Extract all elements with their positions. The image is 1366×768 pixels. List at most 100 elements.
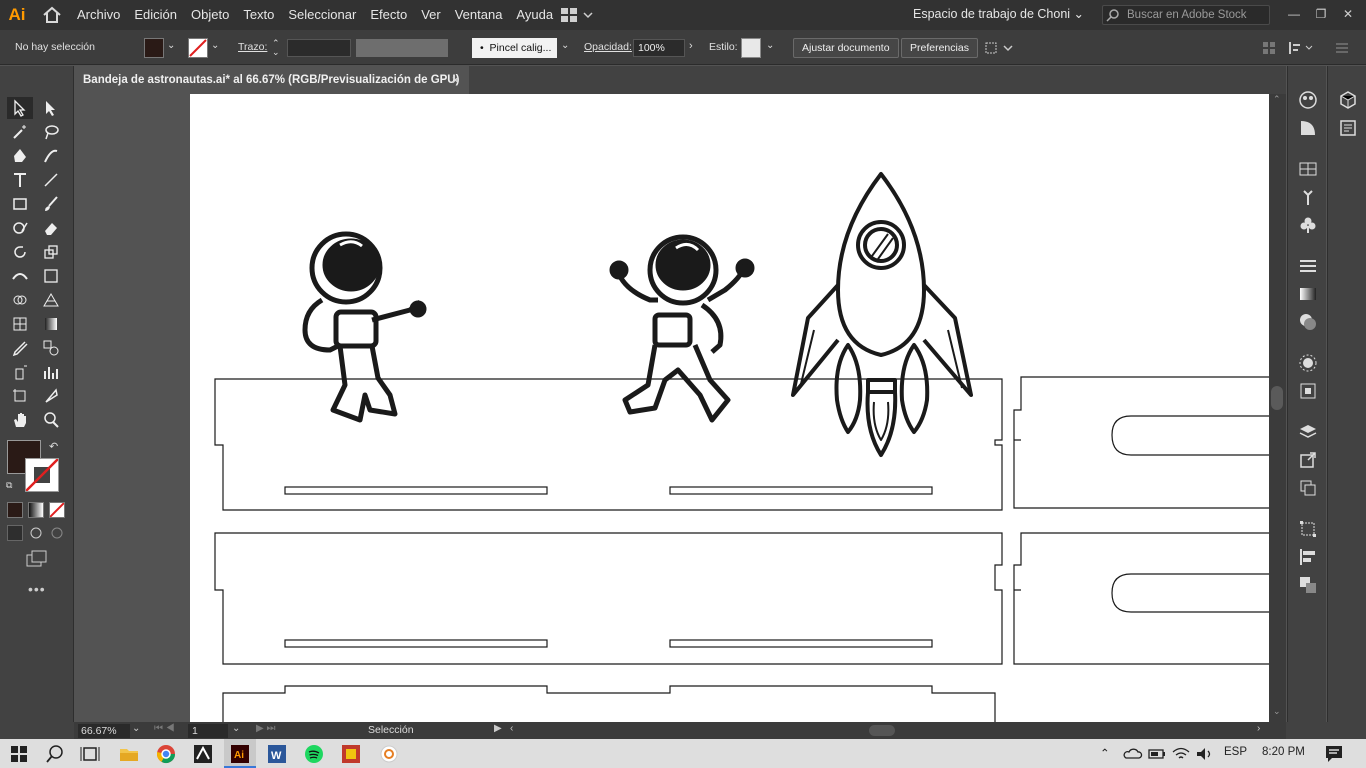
search-icon[interactable]: [44, 743, 66, 765]
brush-definition[interactable]: • Pincel calig...: [472, 38, 557, 58]
task-view-icon[interactable]: [79, 743, 101, 765]
symbol-sprayer-tool-icon[interactable]: [7, 361, 33, 383]
align-icon[interactable]: [1262, 40, 1352, 59]
restore-icon[interactable]: ❐: [1311, 4, 1331, 24]
free-transform-tool-icon[interactable]: [38, 265, 64, 287]
width-tool-icon[interactable]: [7, 265, 33, 287]
document-setup-button[interactable]: Ajustar documento: [793, 38, 899, 58]
chevron-down-icon[interactable]: ⌄: [766, 40, 774, 51]
mesh-tool-icon[interactable]: [7, 313, 33, 335]
slice-tool-icon[interactable]: [38, 385, 64, 407]
curvature-tool-icon[interactable]: [38, 145, 64, 167]
chrome-icon[interactable]: [155, 743, 177, 765]
column-graph-tool-icon[interactable]: [38, 361, 64, 383]
notifications-icon[interactable]: [1323, 743, 1345, 765]
pen-tool-icon[interactable]: [7, 145, 33, 167]
arrange-documents-icon[interactable]: [560, 7, 594, 26]
stroke-color[interactable]: [25, 458, 59, 492]
menu-ver[interactable]: Ver: [414, 0, 448, 30]
perspective-grid-tool-icon[interactable]: [38, 289, 64, 311]
swap-colors-icon[interactable]: ↶: [49, 440, 58, 453]
edit-toolbar-icon[interactable]: •••: [28, 581, 46, 597]
color-panel-icon[interactable]: [1298, 90, 1318, 110]
transform-icon[interactable]: [984, 40, 1014, 59]
menu-edicion[interactable]: Edición: [127, 0, 184, 30]
chevron-down-icon[interactable]: ⌄: [561, 40, 569, 51]
next-artboard-icon[interactable]: ▶ ⏭: [256, 723, 275, 734]
preferences-button[interactable]: Preferencias: [901, 38, 978, 58]
draw-behind-icon[interactable]: [28, 525, 44, 541]
chevron-down-icon[interactable]: ⌄: [167, 40, 175, 51]
opacity-label[interactable]: Opacidad:: [584, 41, 632, 53]
draw-normal-icon[interactable]: [7, 525, 23, 541]
close-window-icon[interactable]: ✕: [1338, 4, 1358, 24]
libraries-icon[interactable]: [1338, 90, 1358, 110]
variable-width-profile[interactable]: [356, 39, 448, 57]
status-menu-icon[interactable]: ▶: [494, 723, 502, 734]
spotify-icon[interactable]: [303, 743, 325, 765]
artboards-panel-icon[interactable]: [1298, 478, 1318, 498]
pathfinder-icon[interactable]: [1298, 575, 1318, 595]
scroll-right-icon[interactable]: ›: [1257, 723, 1260, 734]
chevron-down-icon[interactable]: ⌄: [132, 723, 140, 734]
menu-texto[interactable]: Texto: [236, 0, 281, 30]
battery-icon[interactable]: [1146, 743, 1168, 765]
gradient-tool-icon[interactable]: [38, 313, 64, 335]
stock-search-input[interactable]: Buscar en Adobe Stock: [1102, 5, 1270, 25]
file-explorer-icon[interactable]: [118, 743, 140, 765]
wifi-icon[interactable]: [1170, 743, 1192, 765]
chevron-right-icon[interactable]: ›: [689, 40, 693, 52]
canvas[interactable]: [74, 94, 1286, 722]
eyedropper-tool-icon[interactable]: [7, 337, 33, 359]
paintbrush-tool-icon[interactable]: [38, 193, 64, 215]
chevron-up-icon[interactable]: ⌃: [1100, 746, 1110, 760]
tab-document[interactable]: Bandeja de astronautas.ai* al 66.67% (RG…: [74, 66, 469, 94]
app-icon[interactable]: [192, 743, 214, 765]
symbols-icon[interactable]: [1298, 215, 1318, 235]
close-tab-icon[interactable]: ×: [452, 66, 459, 94]
stroke-stepper[interactable]: ⌃ ⌄: [272, 39, 280, 57]
lasso-tool-icon[interactable]: [38, 121, 64, 143]
app-icon[interactable]: [378, 743, 400, 765]
stroke-swatch[interactable]: [188, 38, 208, 58]
home-icon[interactable]: [34, 0, 70, 30]
draw-inside-icon[interactable]: [49, 525, 65, 541]
artboard-number-field[interactable]: 1: [188, 724, 228, 738]
workspace-switcher[interactable]: Espacio de trabajo de Choni ⌄: [913, 6, 1084, 21]
swatches-icon[interactable]: [1298, 159, 1318, 179]
layers-icon[interactable]: [1298, 422, 1318, 442]
scroll-left-icon[interactable]: ‹: [510, 723, 513, 734]
color-mode-icon[interactable]: [7, 502, 23, 518]
photo-app-icon[interactable]: [340, 743, 362, 765]
rectangle-tool-icon[interactable]: [7, 193, 33, 215]
graphic-styles-icon[interactable]: [1298, 381, 1318, 401]
style-swatch[interactable]: [741, 38, 761, 58]
line-tool-icon[interactable]: [38, 169, 64, 191]
vertical-scrollbar[interactable]: ⌃ ⌄: [1269, 94, 1286, 722]
selection-tool-icon[interactable]: [7, 97, 33, 119]
scroll-down-icon[interactable]: ⌄: [1273, 706, 1281, 717]
volume-icon[interactable]: [1194, 743, 1216, 765]
transparency-icon[interactable]: [1298, 312, 1318, 332]
zoom-tool-icon[interactable]: [38, 409, 64, 431]
menu-efecto[interactable]: Efecto: [363, 0, 414, 30]
zoom-field[interactable]: 66.67%: [78, 724, 130, 738]
align-panel-icon[interactable]: [1298, 547, 1318, 567]
scroll-up-icon[interactable]: ⌃: [1273, 94, 1281, 105]
direct-selection-tool-icon[interactable]: [38, 97, 64, 119]
export-icon[interactable]: [1298, 450, 1318, 470]
artboard[interactable]: [190, 94, 1269, 722]
menu-archivo[interactable]: Archivo: [70, 0, 127, 30]
chevron-down-icon[interactable]: ⌄: [232, 723, 240, 734]
screen-mode-icon[interactable]: [26, 550, 48, 571]
minimize-icon[interactable]: —: [1284, 4, 1304, 24]
scroll-thumb[interactable]: [1271, 386, 1283, 410]
color-guide-icon[interactable]: [1298, 118, 1318, 138]
none-mode-icon[interactable]: [49, 502, 65, 518]
menu-ventana[interactable]: Ventana: [448, 0, 510, 30]
brushes-icon[interactable]: [1298, 187, 1318, 207]
shape-builder-tool-icon[interactable]: [7, 289, 33, 311]
menu-objeto[interactable]: Objeto: [184, 0, 236, 30]
windows-start-icon[interactable]: [8, 743, 30, 765]
clock[interactable]: 8:20 PM: [1262, 746, 1305, 758]
